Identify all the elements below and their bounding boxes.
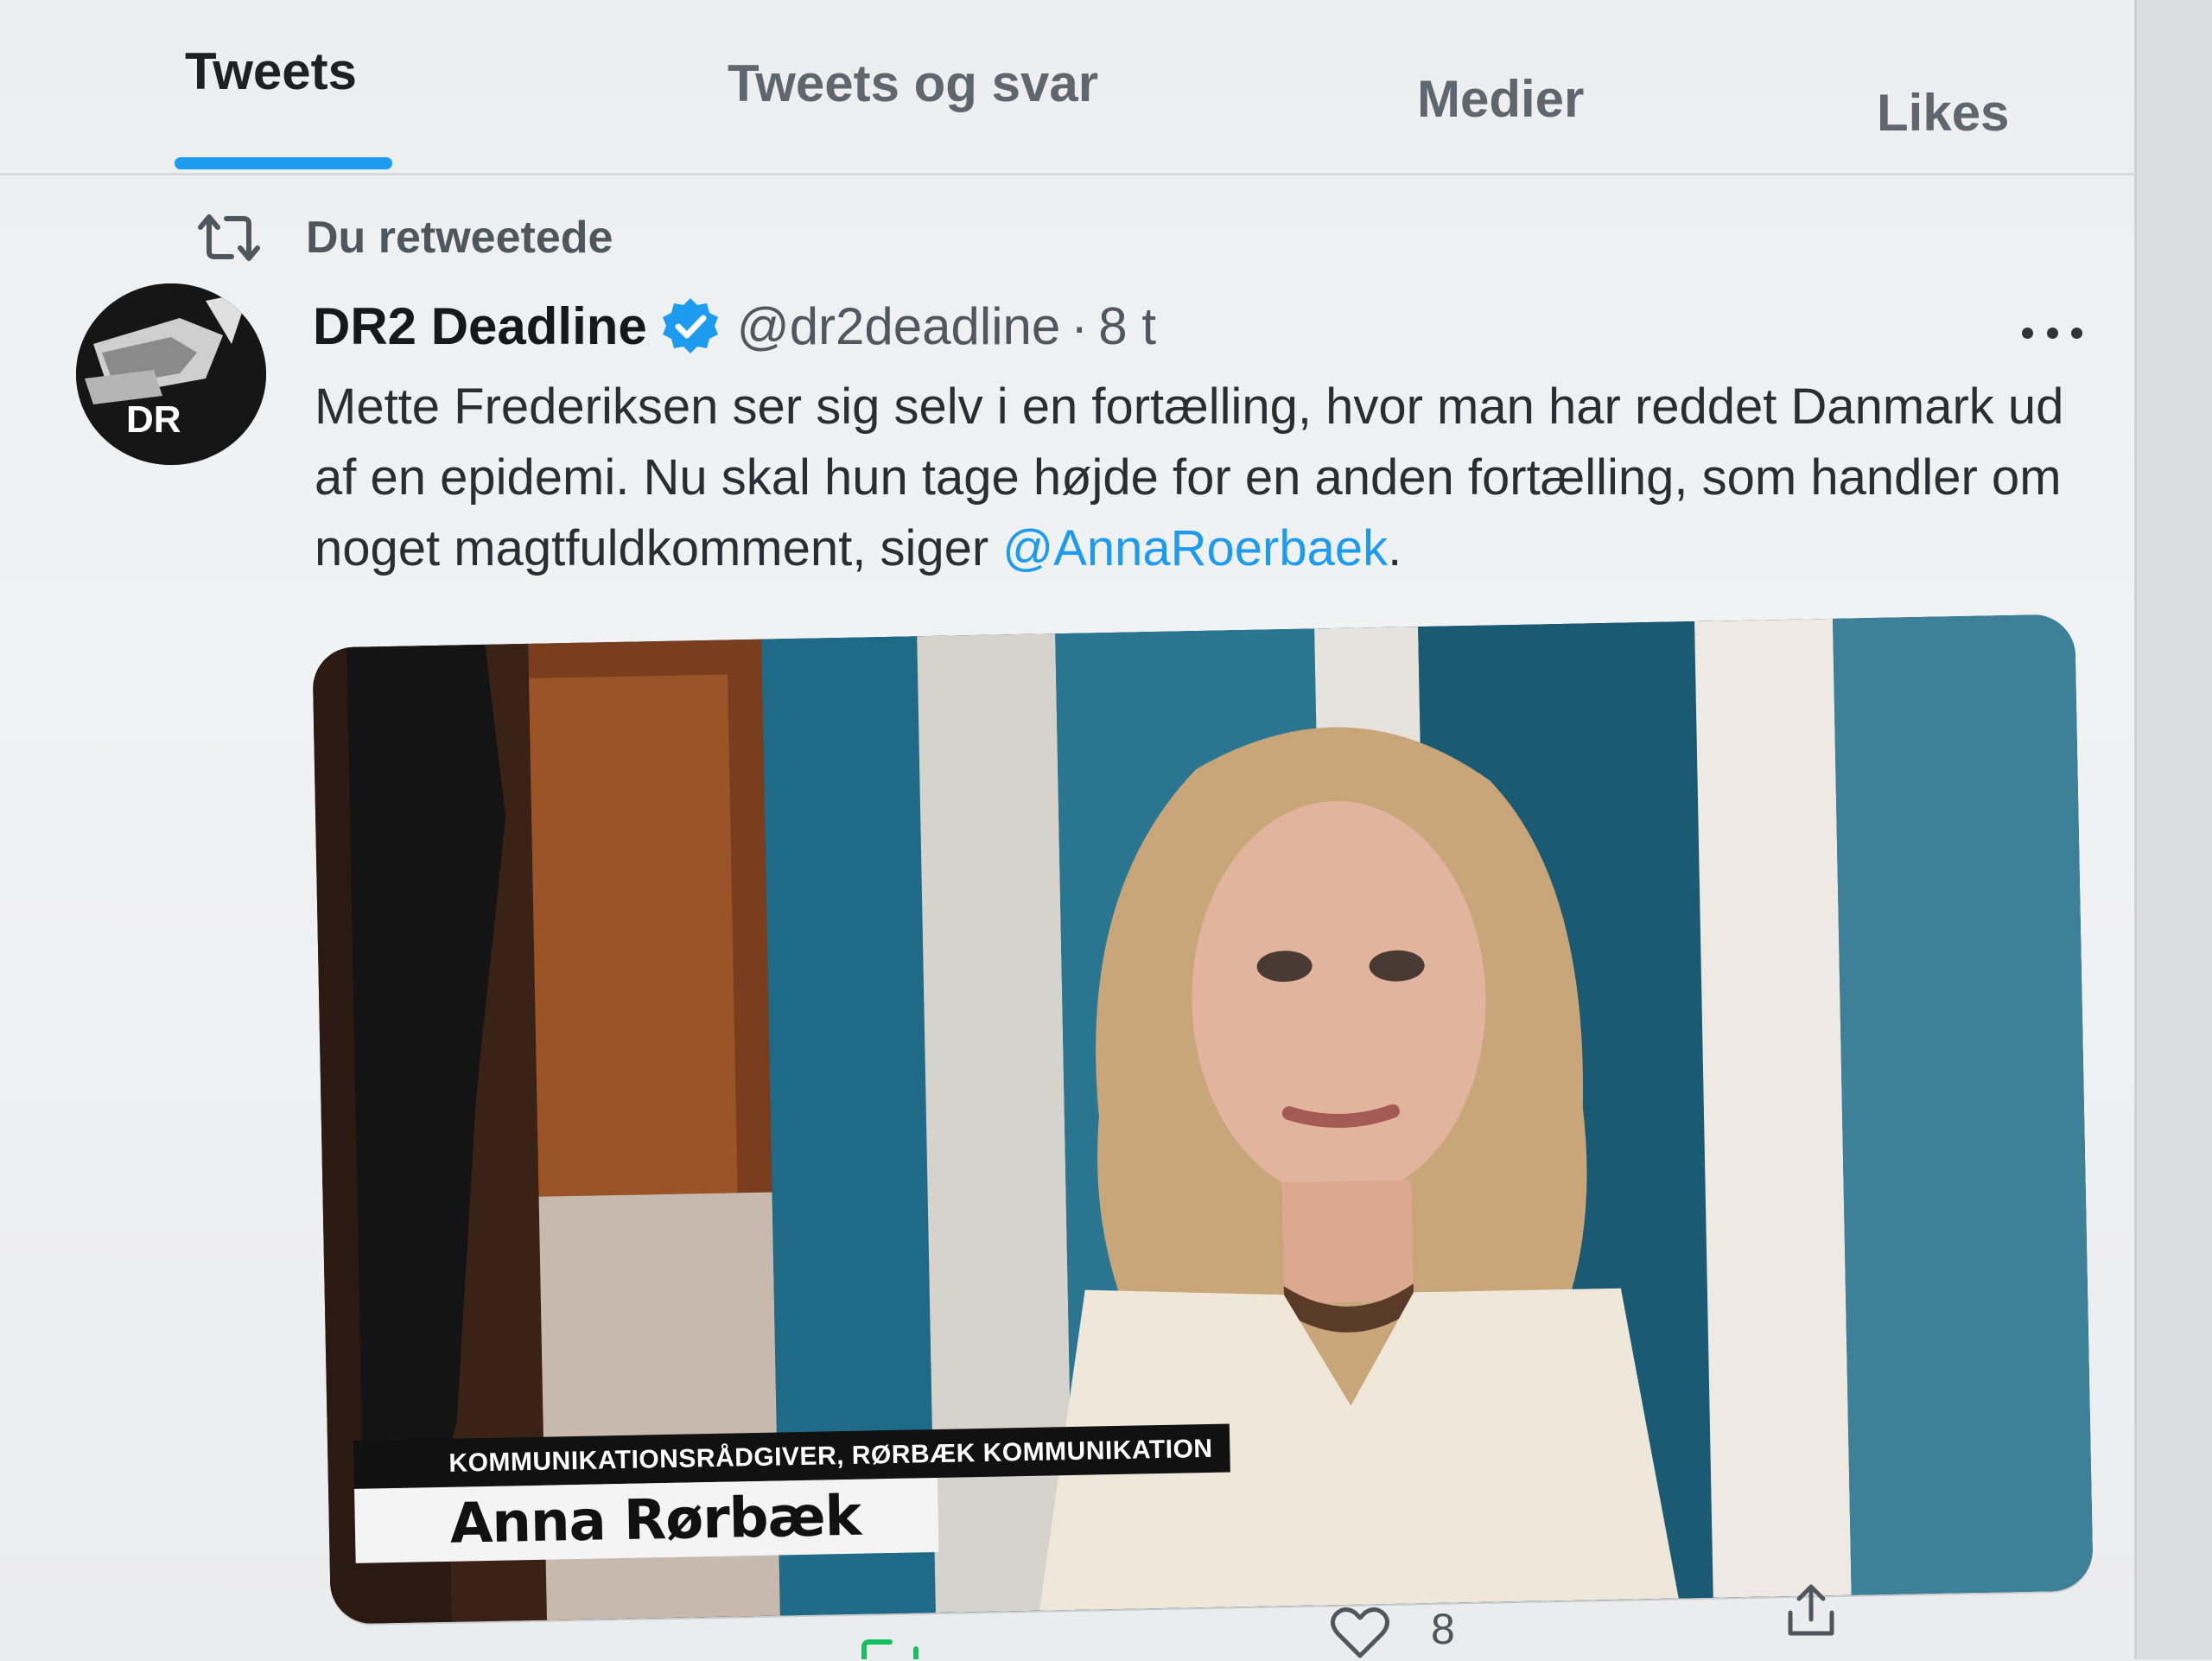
tweet-header: DR2 Deadline @dr2deadline · 8 t bbox=[313, 287, 1156, 365]
more-dot bbox=[2071, 327, 2082, 339]
lower-third-caption: KOMMUNIKATIONSRÅDGIVER, RØRBÆK KOMMUNIKA… bbox=[353, 1423, 1246, 1563]
retweet-icon bbox=[198, 214, 260, 261]
active-tab-indicator bbox=[175, 157, 392, 169]
tab-likes[interactable]: Likes bbox=[1877, 83, 2009, 143]
retweet-icon[interactable] bbox=[855, 1639, 925, 1659]
header-separator: · bbox=[1071, 296, 1089, 355]
share-icon[interactable] bbox=[1783, 1581, 1839, 1642]
retweet-context-text: Du retweetede bbox=[306, 213, 613, 263]
lower-third-name: Anna Rørbæk bbox=[354, 1477, 939, 1563]
screen-bezel bbox=[2134, 0, 2212, 1659]
tab-medier[interactable]: Medier bbox=[1417, 69, 1584, 129]
tweet-media-image[interactable]: KOMMUNIKATIONSRÅDGIVER, RØRBÆK KOMMUNIKA… bbox=[312, 614, 2094, 1625]
tweet-time[interactable]: 8 t bbox=[1098, 296, 1156, 356]
twitter-profile-screen: Tweets Tweets og svar Medier Likes Du re… bbox=[0, 0, 2134, 1659]
tweet-text-end: . bbox=[1388, 520, 1402, 576]
tab-tweets-og-svar[interactable]: Tweets og svar bbox=[728, 54, 1098, 113]
tweet-text: Mette Frederiksen ser sig selv i en fort… bbox=[315, 372, 2094, 584]
dr-logo-avatar: DR bbox=[76, 283, 266, 465]
tweet-actions bbox=[0, 1581, 2134, 1659]
mention-link[interactable]: @AnnaRoerbaek bbox=[1002, 520, 1388, 576]
retweet-context: Du retweetede bbox=[197, 207, 613, 268]
profile-tabs: Tweets Tweets og svar Medier Likes bbox=[0, 0, 2134, 175]
verified-badge-icon bbox=[662, 298, 718, 353]
author-handle[interactable]: @dr2deadline bbox=[737, 296, 1061, 356]
heart-icon[interactable] bbox=[1329, 1606, 1391, 1661]
more-dot bbox=[2046, 327, 2058, 339]
like-count: 8 bbox=[1431, 1605, 1455, 1653]
more-options-icon[interactable] bbox=[2022, 320, 2082, 346]
avatar[interactable]: DR bbox=[76, 283, 266, 465]
author-name[interactable]: DR2 Deadline bbox=[313, 296, 647, 356]
avatar-dr-text: DR bbox=[126, 398, 181, 441]
tab-tweets[interactable]: Tweets bbox=[185, 41, 357, 101]
more-dot bbox=[2022, 327, 2033, 339]
